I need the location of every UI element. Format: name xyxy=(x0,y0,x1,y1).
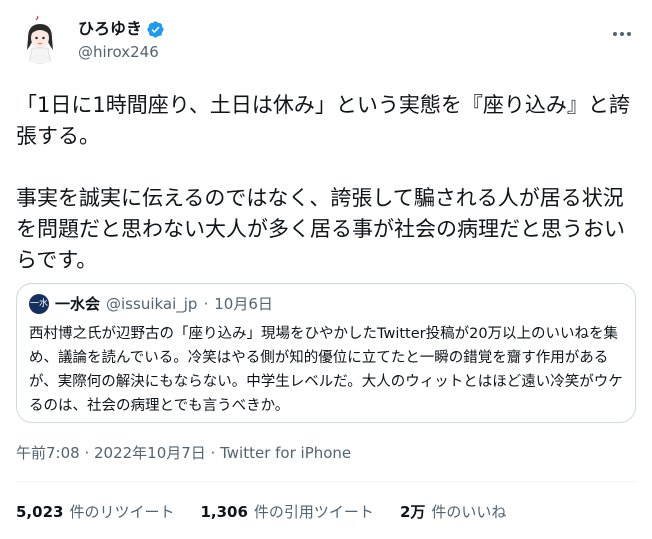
quote-date: 10月6日 xyxy=(214,295,273,313)
retweets-count: 5,023 xyxy=(16,503,64,521)
quote-separator: · xyxy=(203,295,209,313)
quote-author-name: 一水会 xyxy=(55,295,101,313)
quotes-count: 1,306 xyxy=(200,503,248,521)
author-handle[interactable]: @hirox246 xyxy=(78,42,159,62)
quotes-stat[interactable]: 1,306 件の引用ツイート xyxy=(200,502,373,522)
tweet-timestamp[interactable]: 午前7:08 · 2022年10月7日 · Twitter for iPhone xyxy=(16,443,351,463)
verified-badge-icon xyxy=(146,20,165,39)
more-options-icon[interactable] xyxy=(610,24,634,36)
retweets-stat[interactable]: 5,023 件のリツイート xyxy=(16,502,174,522)
engagement-stats: 5,023 件のリツイート 1,306 件の引用ツイート 2万 件のいいね xyxy=(16,502,532,522)
retweets-label: 件のリツイート xyxy=(69,503,175,521)
likes-stat[interactable]: 2万 件のいいね xyxy=(400,502,506,522)
tweet-paragraph-1: 「1日に1時間座り、土日は休み」という実態を『座り込み』と誇張する。 xyxy=(16,93,630,148)
likes-label: 件のいいね xyxy=(431,503,507,521)
tweet-body: 「1日に1時間座り、土日は休み」という実態を『座り込み』と誇張する。 事実を誠実… xyxy=(16,90,636,276)
likes-count: 2万 xyxy=(399,503,426,521)
quote-tweet-card[interactable]: 一水 一水会 @issuikai_jp · 10月6日 西村博之氏が辺野古の「座… xyxy=(16,283,636,423)
quote-author-handle: @issuikai_jp xyxy=(106,295,198,313)
author-display-name[interactable]: ひろゆき xyxy=(78,18,142,40)
quotes-label: 件の引用ツイート xyxy=(253,503,374,521)
quote-author-avatar: 一水 xyxy=(29,294,49,314)
avatar-illustration xyxy=(16,16,64,64)
author-avatar[interactable] xyxy=(16,16,64,64)
divider xyxy=(16,481,636,482)
tweet-paragraph-2: 事実を誠実に伝えるのではなく、誇張して騙される人が居る状況を問題だと思わない大人… xyxy=(16,186,625,272)
quote-text: 西村博之氏が辺野古の「座り込み」現場をひやかしたTwitter投稿が20万以上の… xyxy=(29,326,623,414)
